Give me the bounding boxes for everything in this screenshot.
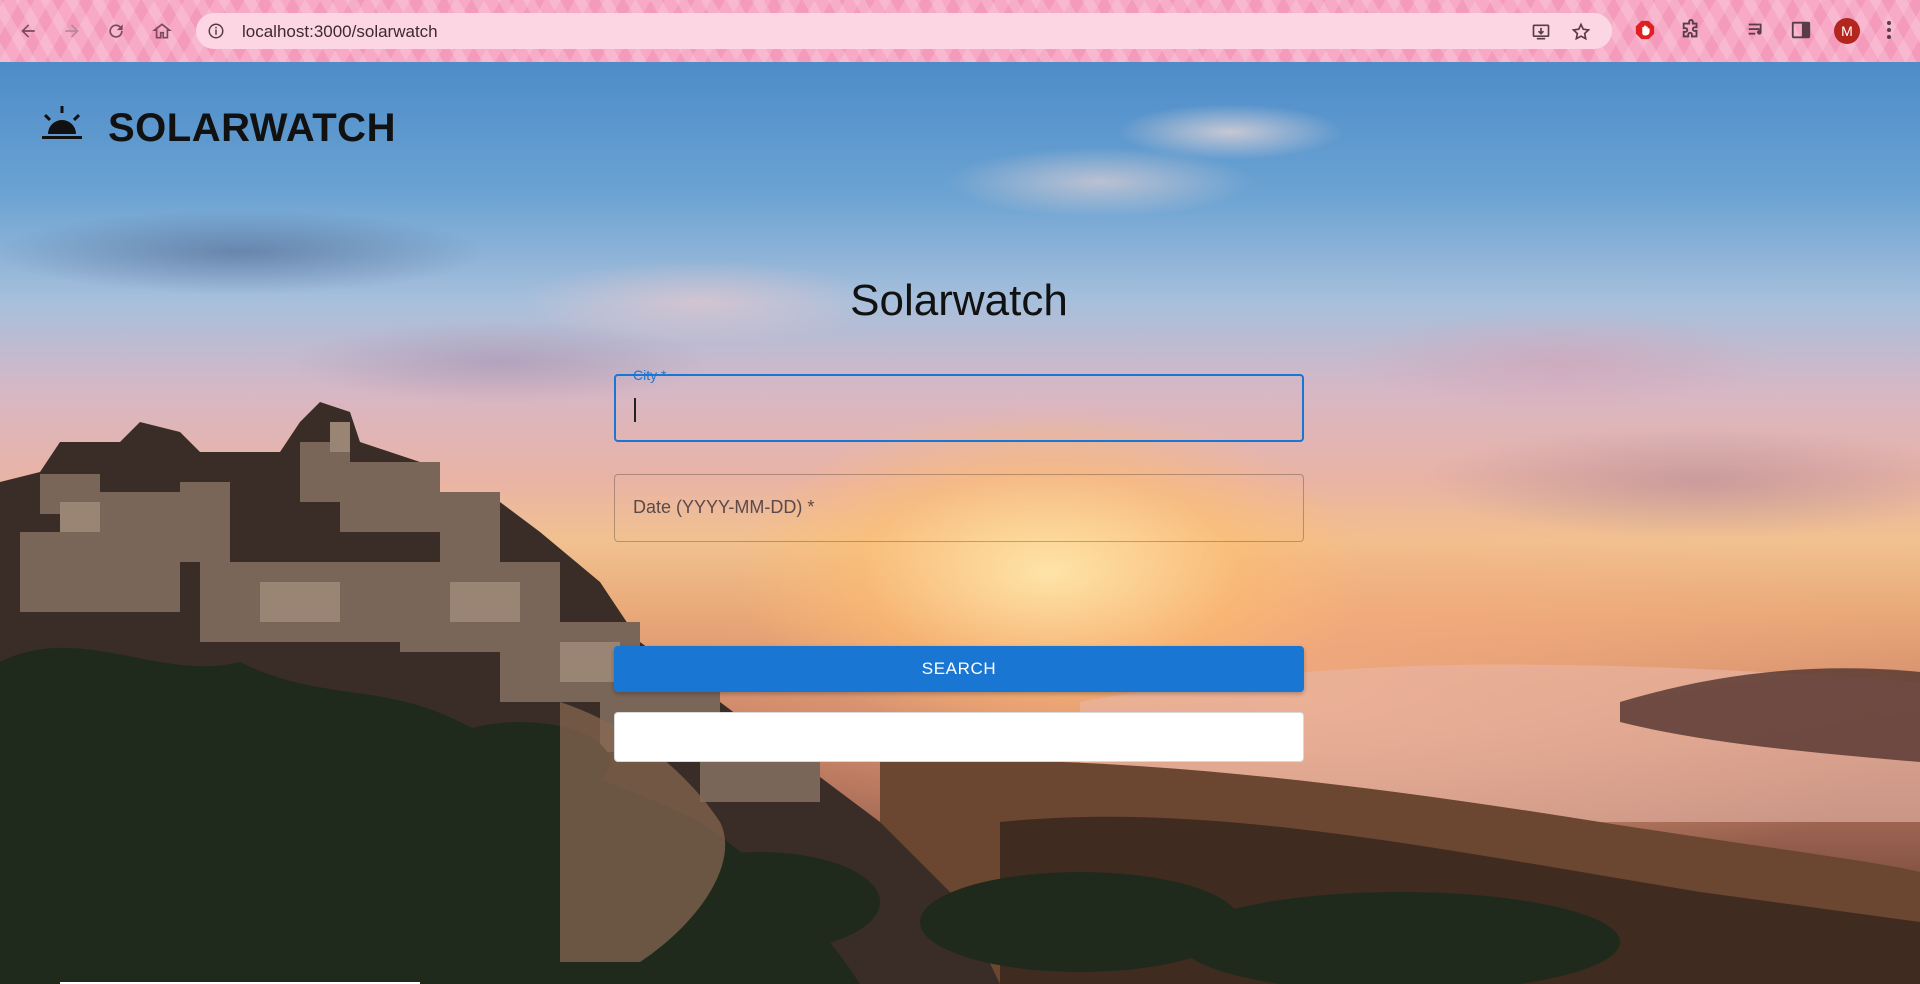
profile-avatar[interactable]: M: [1834, 18, 1860, 44]
result-box: [614, 712, 1304, 762]
adblock-icon[interactable]: [1632, 17, 1658, 43]
brand-name[interactable]: SOLARWATCH: [108, 106, 396, 151]
search-button[interactable]: SEARCH: [614, 646, 1304, 692]
site-info-icon[interactable]: [206, 21, 226, 41]
address-bar[interactable]: localhost:3000/solarwatch: [196, 13, 1612, 49]
date-placeholder: Date (YYYY-MM-DD) *: [633, 497, 815, 517]
side-panel-icon[interactable]: [1788, 17, 1814, 43]
city-input[interactable]: City *: [614, 367, 1304, 442]
kebab-menu-icon[interactable]: [1880, 17, 1898, 43]
url-text: localhost:3000/solarwatch: [242, 22, 438, 41]
back-arrow-icon[interactable]: [12, 15, 44, 47]
forward-arrow-icon[interactable]: [56, 15, 88, 47]
page-content: SOLARWATCH Solarwatch City * Date (YYYY-…: [0, 62, 1920, 984]
sunset-icon: [42, 106, 82, 142]
home-icon[interactable]: [146, 15, 178, 47]
browser-toolbar: localhost:3000/solarwatch M: [0, 0, 1920, 62]
media-controls-icon[interactable]: [1744, 17, 1770, 43]
date-input[interactable]: Date (YYYY-MM-DD) *: [614, 474, 1304, 542]
puzzle-icon[interactable]: [1678, 17, 1704, 43]
page-title: Solarwatch: [850, 276, 1068, 325]
install-app-icon[interactable]: [1530, 21, 1552, 43]
city-label: City *: [633, 367, 667, 383]
reload-icon[interactable]: [100, 15, 132, 47]
text-cursor: [634, 398, 636, 422]
star-icon[interactable]: [1570, 21, 1592, 43]
